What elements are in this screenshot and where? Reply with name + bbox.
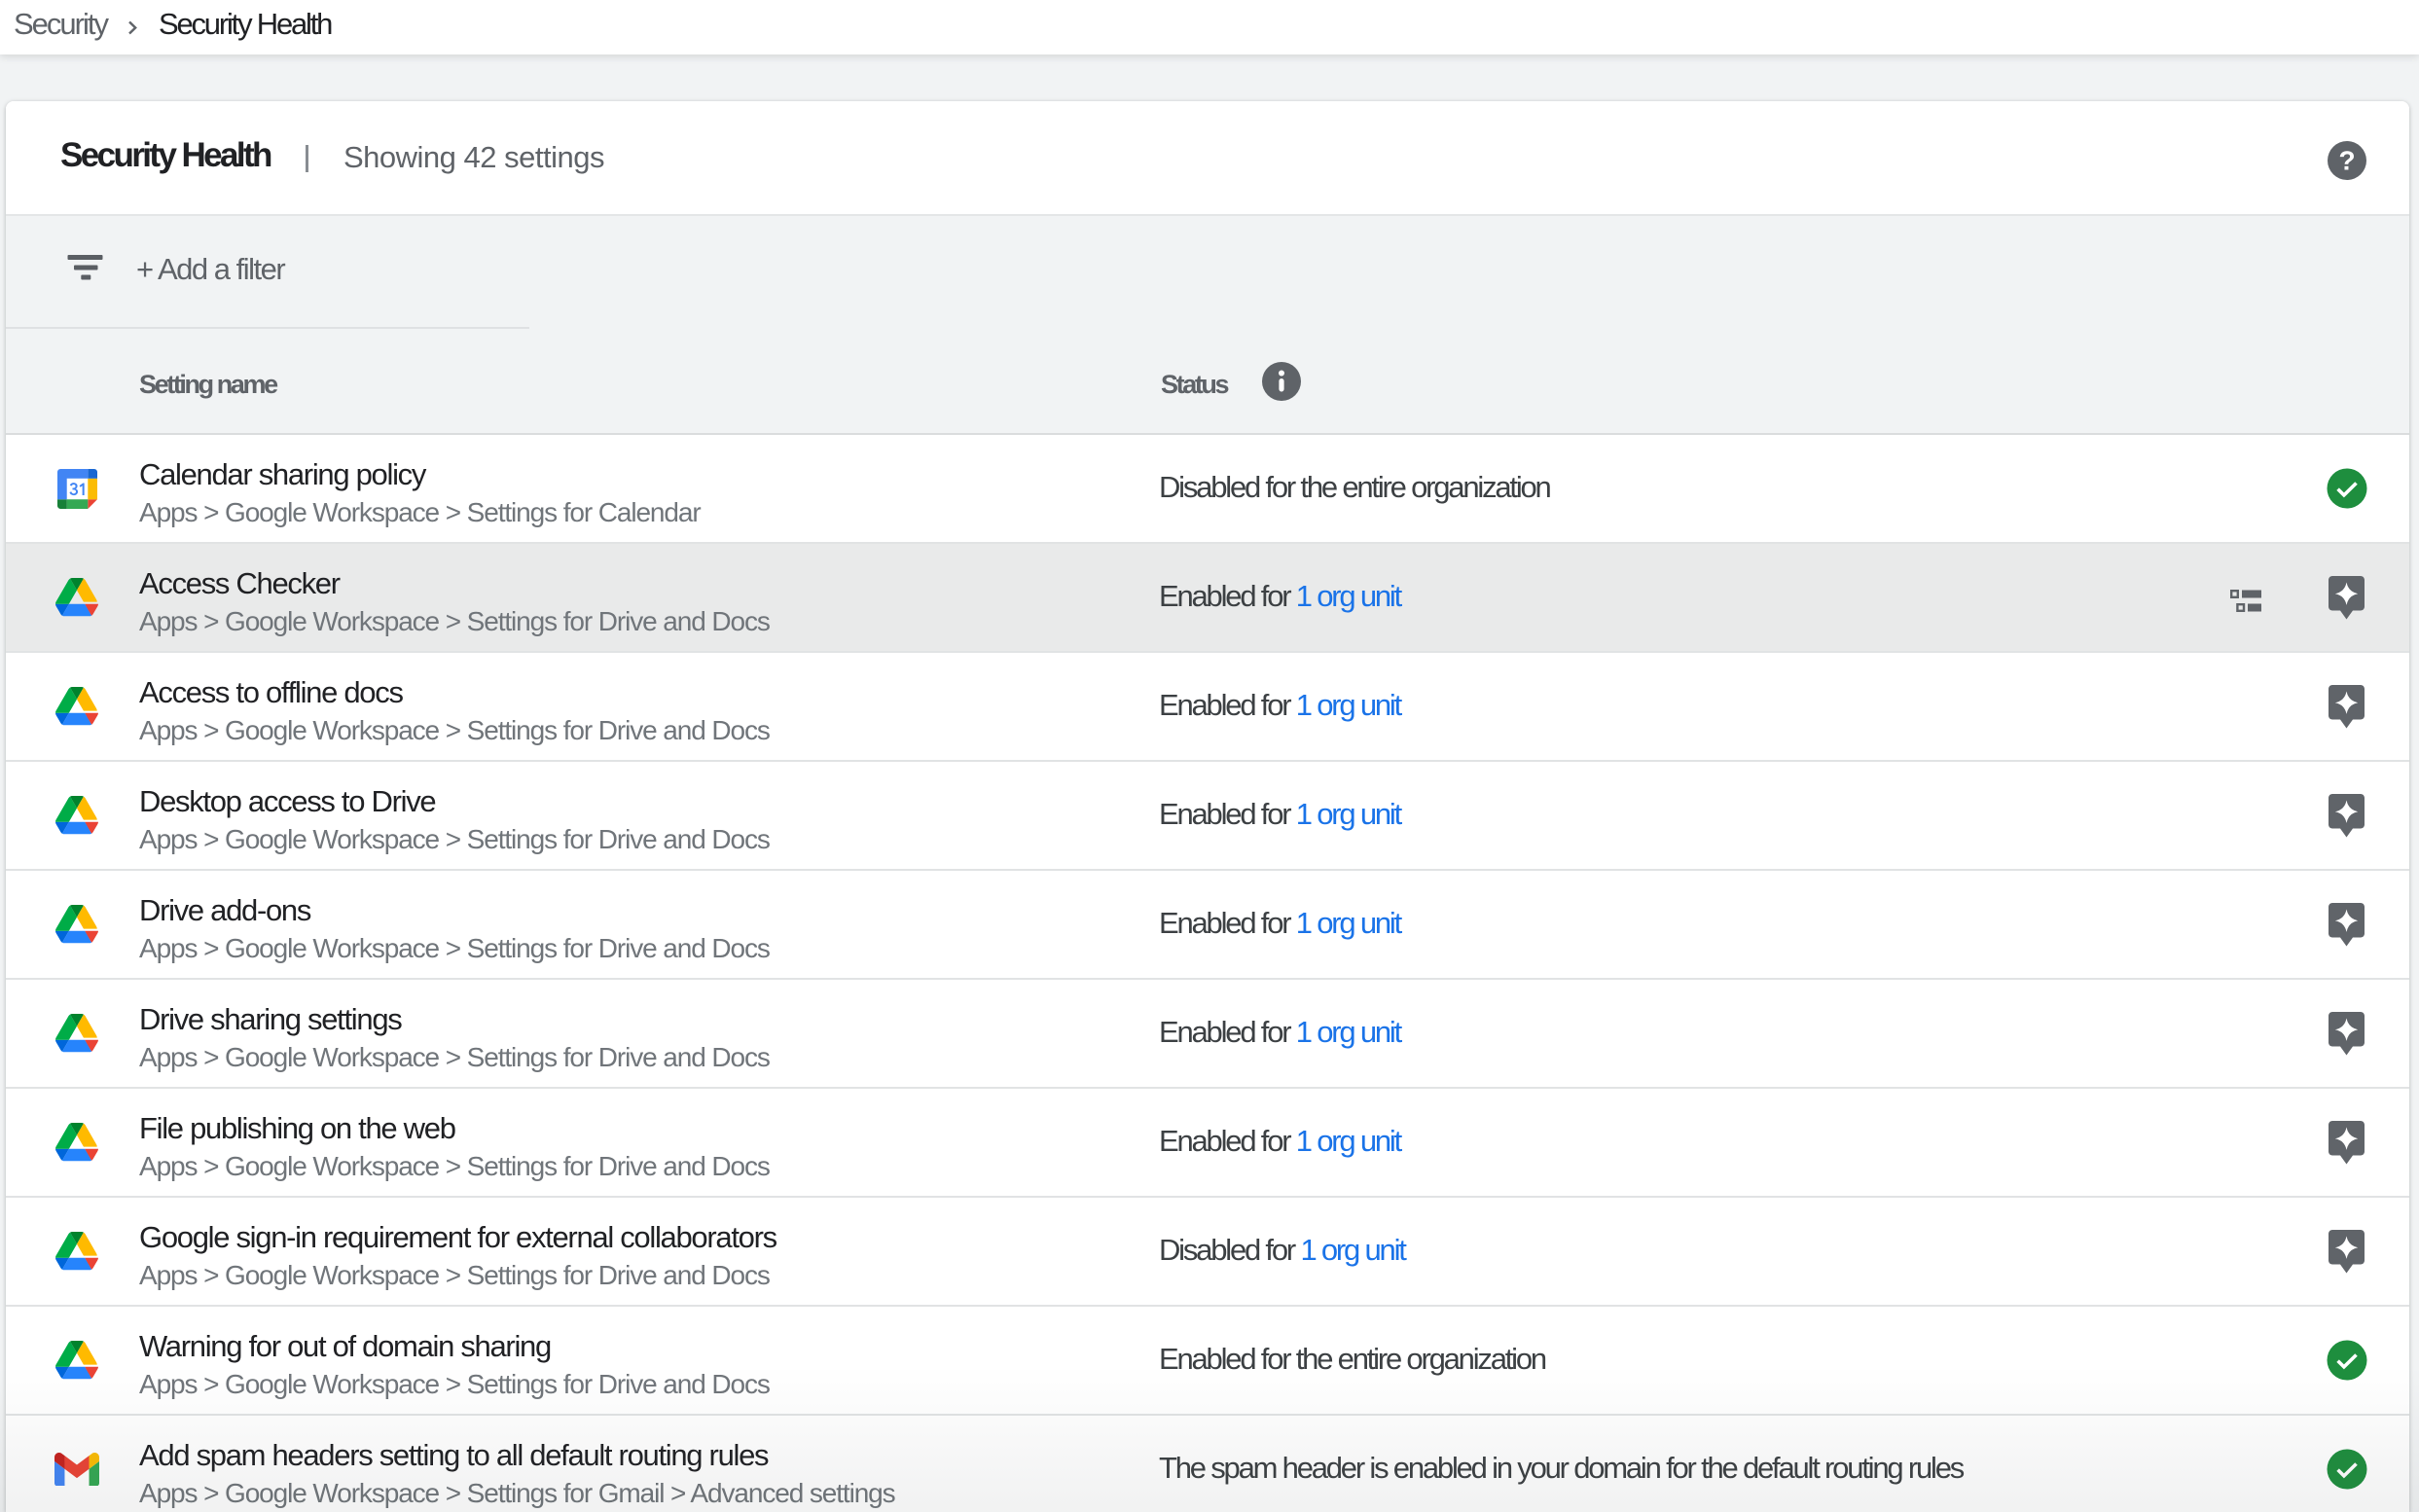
svg-text:?: ? — [2338, 146, 2355, 176]
